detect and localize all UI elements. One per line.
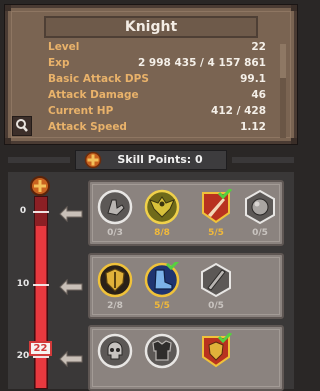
panel-corner bbox=[291, 138, 297, 144]
stat-value: 1.12 bbox=[240, 121, 266, 132]
stat-label: Basic Attack DPS bbox=[48, 73, 149, 85]
stat-row-attack-damage: Attack Damage 46 bbox=[48, 88, 266, 103]
stat-label: Exp bbox=[48, 57, 70, 69]
stat-value: 46 bbox=[251, 89, 266, 101]
stat-label: Attack Speed bbox=[48, 121, 127, 132]
skill-shield[interactable]: 2/8 bbox=[97, 262, 133, 314]
wings-emblem-icon bbox=[144, 189, 180, 225]
tier-tick bbox=[33, 284, 49, 286]
magnifier-icon bbox=[16, 119, 28, 132]
skill-gauntlet[interactable]: 0/3 bbox=[97, 189, 133, 241]
header-divider-right bbox=[232, 157, 294, 163]
skill-rank: 0/3 bbox=[107, 228, 123, 238]
tier-arrow-icon bbox=[59, 205, 83, 223]
panel-corner bbox=[5, 5, 11, 11]
character-stats-panel: Knight Level 22 Exp 2 998 435 / 4 157 86… bbox=[5, 5, 297, 144]
skill-armor[interactable] bbox=[144, 333, 180, 385]
stat-row-basic-attack-dps: Basic Attack DPS 99.1 bbox=[48, 72, 266, 87]
skill-point-gem-icon bbox=[84, 151, 102, 169]
slash-icon bbox=[202, 189, 233, 224]
skill-skull[interactable] bbox=[97, 333, 133, 385]
stat-row-exp: Exp 2 998 435 / 4 157 861 bbox=[48, 56, 266, 71]
skill-boot[interactable]: 5/5 bbox=[144, 262, 180, 314]
level-gem-icon bbox=[30, 176, 50, 196]
tier-tick bbox=[33, 211, 49, 213]
skill-rank: 0/5 bbox=[208, 301, 224, 311]
skill-rank: 0/5 bbox=[252, 228, 268, 238]
tier-level-label: 0 bbox=[19, 206, 27, 216]
skill-points-label: Skill Points: 0 bbox=[117, 153, 203, 166]
skill-rank: 5/5 bbox=[154, 301, 170, 311]
stat-row-level: Level 22 bbox=[48, 40, 266, 55]
stat-label: Attack Damage bbox=[48, 89, 139, 101]
stat-label: Current HP bbox=[48, 105, 114, 117]
skill-slash[interactable]: 5/5 bbox=[198, 189, 234, 241]
tier-level-label: 10 bbox=[16, 279, 30, 289]
blade-icon bbox=[201, 262, 231, 298]
skill-blade[interactable]: 0/5 bbox=[198, 262, 234, 314]
armor-icon bbox=[144, 333, 180, 369]
boot-icon bbox=[144, 262, 180, 298]
skill-banner-shield[interactable] bbox=[198, 333, 234, 385]
tier-arrow-icon bbox=[59, 350, 83, 368]
skill-wings-emblem[interactable]: 8/8 bbox=[144, 189, 180, 241]
stat-value: 412 / 428 bbox=[211, 105, 266, 117]
skill-rank: 2/8 bbox=[107, 301, 123, 311]
tier-tick bbox=[33, 356, 49, 358]
character-class-title: Knight bbox=[44, 16, 258, 38]
tier-arrow-icon bbox=[59, 278, 83, 296]
tier-level-label: 20 bbox=[16, 351, 30, 361]
orb-icon bbox=[245, 189, 275, 225]
stat-row-current-hp: Current HP 412 / 428 bbox=[48, 104, 266, 119]
banner-shield-icon bbox=[202, 333, 233, 368]
stat-label: Level bbox=[48, 41, 80, 53]
current-level-badge: 22 bbox=[29, 341, 52, 356]
inspect-button[interactable] bbox=[12, 116, 32, 136]
stat-value: 22 bbox=[251, 41, 266, 53]
stat-value: 99.1 bbox=[240, 73, 266, 85]
shield-icon bbox=[97, 262, 133, 298]
gauntlet-icon bbox=[97, 189, 133, 225]
skill-orb[interactable]: 0/5 bbox=[242, 189, 278, 241]
skull-icon bbox=[97, 333, 133, 369]
skill-rank: 8/8 bbox=[154, 228, 170, 238]
panel-corner bbox=[5, 138, 11, 144]
header-divider-left bbox=[8, 157, 70, 163]
level-progress-fill bbox=[36, 226, 46, 388]
panel-corner bbox=[291, 5, 297, 11]
stat-row-attack-speed: Attack Speed 1.12 bbox=[48, 120, 266, 132]
stats-scrollbar-thumb[interactable] bbox=[280, 44, 286, 78]
stat-value: 2 998 435 / 4 157 861 bbox=[137, 57, 266, 69]
skill-rank: 5/5 bbox=[208, 228, 224, 238]
